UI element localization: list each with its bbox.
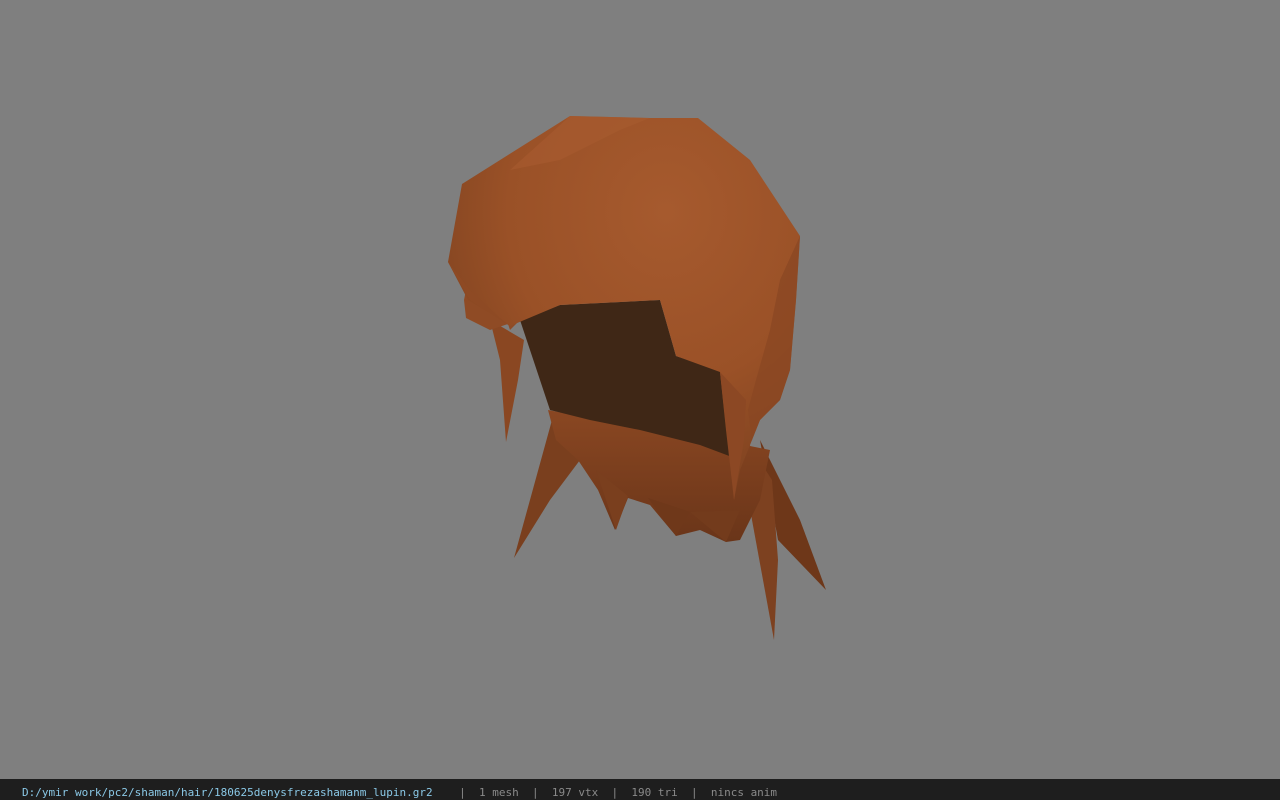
mesh-count: 1 mesh <box>478 786 519 799</box>
separator: | <box>531 786 539 799</box>
anim-status: nincs anim <box>710 786 778 799</box>
separator: | <box>459 786 466 799</box>
separator: | <box>611 786 619 799</box>
hair-model-render <box>448 116 826 640</box>
file-path: D:/ymir work/pc2/shaman/hair/180625denys… <box>22 786 433 799</box>
vertex-count: 197 vtx <box>551 786 599 799</box>
3d-viewport[interactable] <box>0 0 1280 779</box>
separator: | <box>690 786 698 799</box>
triangle-count: 190 tri <box>631 786 678 799</box>
status-bar: D:/ymir work/pc2/shaman/hair/180625denys… <box>0 779 1280 800</box>
